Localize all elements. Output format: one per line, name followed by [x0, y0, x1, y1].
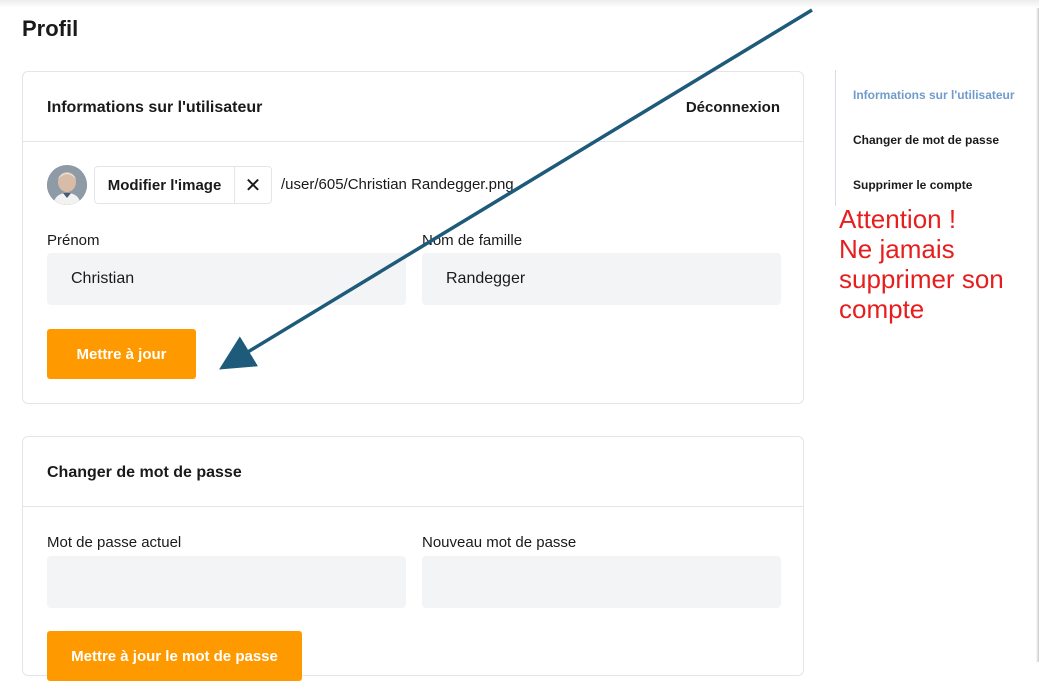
warning-line: Ne jamais: [839, 234, 955, 264]
current-password-label: Mot de passe actuel: [47, 534, 182, 551]
avatar-image: [47, 165, 87, 205]
close-icon: ✕: [244, 174, 262, 197]
last-name-label: Nom de famille: [422, 232, 523, 249]
warning-annotation: Attention ! Ne jamais supprimer son comp…: [839, 204, 1039, 324]
change-image-button[interactable]: Modifier l'image: [94, 166, 235, 204]
page-top-shadow: [0, 0, 1039, 8]
last-name-input[interactable]: [422, 253, 781, 305]
new-password-input[interactable]: [422, 556, 781, 608]
avatar: [47, 165, 87, 205]
user-info-card: Informations sur l'utilisateur Déconnexi…: [22, 71, 804, 404]
first-name-label: Prénom: [47, 232, 100, 249]
remove-image-button[interactable]: ✕: [234, 166, 272, 204]
first-name-input[interactable]: [47, 253, 406, 305]
image-path: /user/605/Christian Randegger.png: [281, 176, 514, 193]
side-nav-item-delete-account[interactable]: Supprimer le compte: [853, 178, 972, 192]
new-password-label: Nouveau mot de passe: [422, 534, 577, 551]
warning-line: compte: [839, 294, 925, 324]
update-password-button[interactable]: Mettre à jour le mot de passe: [47, 631, 302, 681]
user-info-title: Informations sur l'utilisateur: [47, 99, 263, 116]
password-title: Changer de mot de passe: [47, 464, 242, 481]
page-title: Profil: [22, 16, 79, 41]
warning-line: supprimer son: [839, 264, 1004, 294]
side-nav-item-change-password[interactable]: Changer de mot de passe: [853, 133, 999, 147]
password-card-header: Changer de mot de passe: [23, 437, 803, 507]
password-card: Changer de mot de passe Mot de passe act…: [22, 436, 804, 681]
side-nav-item-user-info[interactable]: Informations sur l'utilisateur: [853, 88, 1015, 102]
logout-link[interactable]: Déconnexion: [686, 99, 780, 116]
current-password-input[interactable]: [47, 556, 406, 608]
user-info-card-header: Informations sur l'utilisateur Déconnexi…: [23, 72, 803, 142]
warning-line: Attention !: [839, 204, 957, 234]
side-nav: Informations sur l'utilisateur Changer d…: [835, 70, 1039, 206]
update-profile-button[interactable]: Mettre à jour: [47, 329, 196, 379]
